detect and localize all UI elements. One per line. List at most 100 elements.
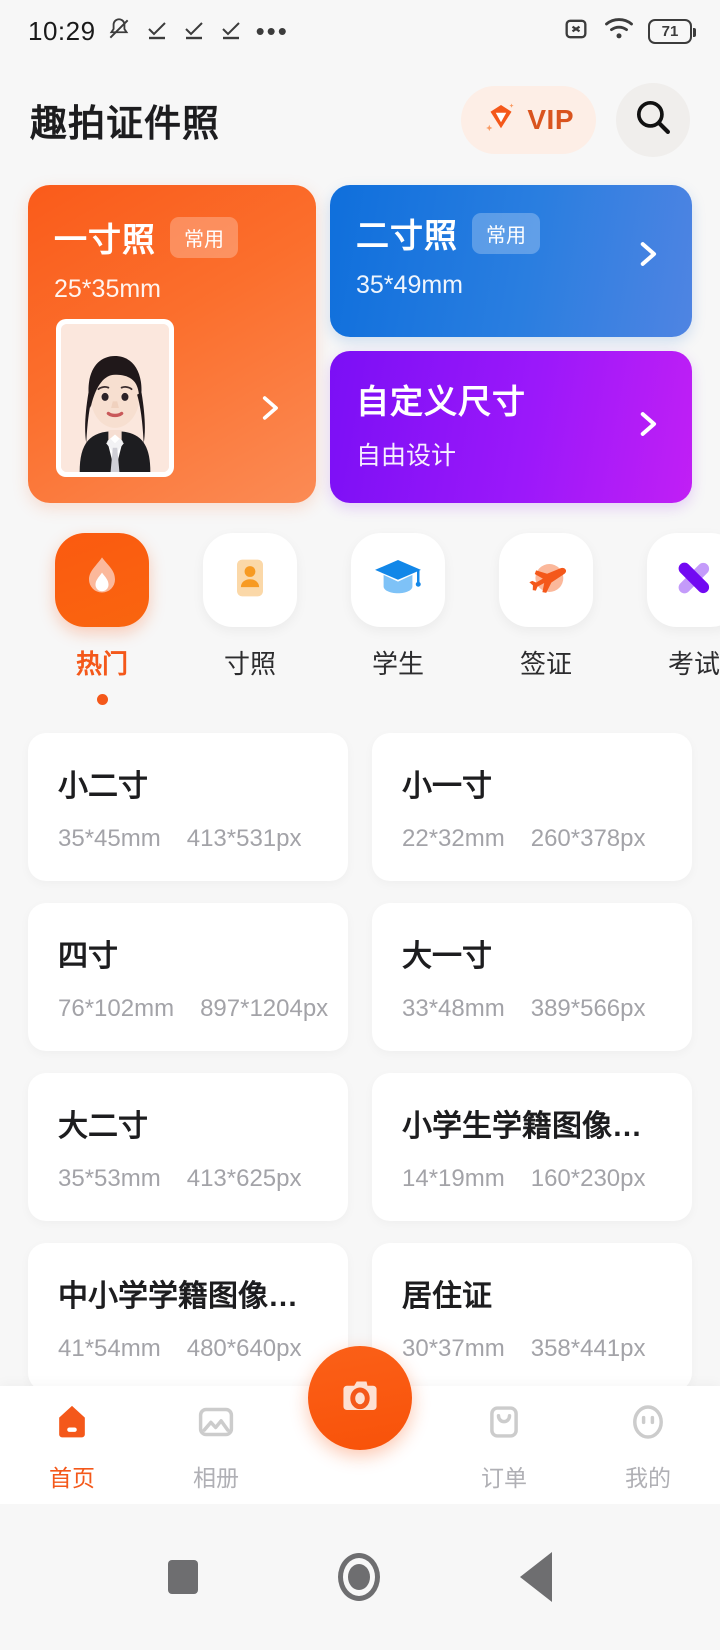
id-card-icon <box>224 552 276 609</box>
sim-error-icon <box>562 15 590 48</box>
category-label: 签证 <box>519 649 572 679</box>
size-card[interactable]: 大一寸 33*48mm 389*566px <box>372 903 692 1051</box>
size-card[interactable]: 中小学学籍图像采集 41*54mm 480*640px <box>28 1243 348 1391</box>
size-meta: 14*19mm 160*230px <box>402 1165 662 1193</box>
category-label: 考试 <box>667 649 720 679</box>
mute-bell-icon <box>106 16 132 47</box>
size-px: 389*566px <box>530 995 646 1022</box>
size-px: 358*441px <box>530 1335 646 1362</box>
size-name: 大一寸 <box>402 940 492 973</box>
size-px: 160*230px <box>530 1165 646 1192</box>
hero-card-size: 35*49mm <box>356 271 463 299</box>
size-px: 260*378px <box>530 825 646 852</box>
size-mm: 30*37mm <box>402 1335 505 1362</box>
size-name: 小一寸 <box>402 770 492 803</box>
hero-card-custom-size[interactable]: 自定义尺寸 自由设计 <box>330 351 692 503</box>
size-name: 小二寸 <box>58 770 148 803</box>
size-mm: 35*45mm <box>58 825 161 852</box>
triangle-back-icon[interactable] <box>520 1552 552 1602</box>
category-active-indicator <box>96 694 108 705</box>
size-card[interactable]: 居住证 30*37mm 358*441px <box>372 1243 692 1391</box>
order-bag-icon <box>482 1400 526 1449</box>
size-mm: 22*32mm <box>402 825 505 852</box>
size-name: 四寸 <box>58 940 118 973</box>
size-meta: 35*53mm 413*625px <box>58 1165 318 1193</box>
size-name: 大二寸 <box>58 1110 148 1143</box>
app-screen: 10:29 ••• 71 趣拍证件照 VIP 一寸照 常用 25*35mm 二寸… <box>0 0 720 1650</box>
tab-album[interactable]: 相册 <box>144 1386 288 1493</box>
size-meta: 41*54mm 480*640px <box>58 1335 318 1363</box>
vip-label: VIP <box>527 103 574 135</box>
hero-card-badge: 常用 <box>472 212 540 254</box>
status-bar-left-icons: ••• <box>106 16 289 47</box>
chevron-right-icon <box>630 407 664 441</box>
size-px: 897*1204px <box>200 995 329 1022</box>
size-card[interactable]: 小一寸 22*32mm 260*378px <box>372 733 692 881</box>
category-item-exam[interactable]: 考试 <box>620 533 720 705</box>
search-icon <box>632 96 674 143</box>
hero-card-two-inch[interactable]: 二寸照 常用 35*49mm <box>330 185 692 337</box>
size-name: 居住证 <box>402 1280 492 1313</box>
chevron-right-icon <box>252 391 286 425</box>
square-icon[interactable] <box>168 1560 198 1594</box>
size-mm: 76*102mm <box>58 995 175 1022</box>
pencil-cross-icon <box>667 551 720 610</box>
tab-profile[interactable]: 我的 <box>576 1386 720 1493</box>
size-meta: 22*32mm 260*378px <box>402 825 662 853</box>
size-card[interactable]: 四寸 76*102mm 897*1204px <box>28 903 348 1051</box>
circle-icon[interactable] <box>338 1553 380 1601</box>
hero-card-heading: 二寸照 常用 <box>356 209 666 257</box>
tab-home[interactable]: 首页 <box>0 1386 144 1493</box>
tab-label: 订单 <box>481 1465 527 1491</box>
category-icon-wrap <box>55 533 149 627</box>
size-mm: 33*48mm <box>402 995 505 1022</box>
size-mm: 35*53mm <box>58 1165 161 1192</box>
category-icon-wrap <box>499 533 593 627</box>
size-name: 中小学学籍图像采集 <box>58 1280 318 1313</box>
size-px: 413*531px <box>186 825 302 852</box>
hero-card-badge: 常用 <box>170 216 238 258</box>
size-px: 480*640px <box>186 1335 302 1362</box>
vip-button[interactable]: VIP <box>461 85 596 154</box>
album-icon <box>194 1400 238 1449</box>
category-strip[interactable]: 热门 寸照 学生 签证 考试 <box>0 503 720 705</box>
search-button[interactable] <box>616 82 690 157</box>
hero-cards: 一寸照 常用 25*35mm 二寸照 常用 35*49mm 自定义尺寸 自由设计 <box>0 177 720 503</box>
tab-orders[interactable]: 订单 <box>432 1386 576 1493</box>
system-navigation-bar <box>0 1504 720 1650</box>
tab-label: 相册 <box>193 1465 239 1491</box>
hero-photo-thumbnail <box>56 319 174 477</box>
airplane-icon <box>519 551 573 610</box>
size-meta: 76*102mm 897*1204px <box>58 995 328 1023</box>
status-bar: 10:29 ••• 71 <box>0 0 720 62</box>
hero-card-title: 二寸照 <box>356 217 458 254</box>
size-name: 小学生学籍图像信息... <box>402 1110 662 1143</box>
battery-level: 71 <box>661 22 679 40</box>
category-label: 寸照 <box>223 649 276 679</box>
hero-card-heading: 一寸照 常用 <box>54 213 290 261</box>
size-card[interactable]: 小二寸 35*45mm 413*531px <box>28 733 348 881</box>
size-meta: 33*48mm 389*566px <box>402 995 662 1023</box>
size-mm: 14*19mm <box>402 1165 505 1192</box>
category-icon-wrap <box>203 533 297 627</box>
chevron-right-icon <box>630 237 664 271</box>
camera-button[interactable] <box>308 1346 412 1450</box>
category-item-id-photo[interactable]: 寸照 <box>176 533 324 705</box>
hero-card-subtitle: 自由设计 <box>356 442 457 470</box>
hero-card-one-inch[interactable]: 一寸照 常用 25*35mm <box>28 185 316 503</box>
hero-side-cards: 二寸照 常用 35*49mm 自定义尺寸 自由设计 <box>330 185 692 503</box>
category-label: 热门 <box>75 649 128 679</box>
vip-diamond-icon <box>483 99 519 140</box>
size-card[interactable]: 小学生学籍图像信息... 14*19mm 160*230px <box>372 1073 692 1221</box>
category-item-student[interactable]: 学生 <box>324 533 472 705</box>
category-item-hot[interactable]: 热门 <box>28 533 176 705</box>
size-grid: 小二寸 35*45mm 413*531px 小一寸 22*32mm 260*37… <box>0 705 720 1391</box>
more-dots-icon: ••• <box>255 16 289 46</box>
person-icon <box>626 1400 670 1449</box>
size-card[interactable]: 大二寸 35*53mm 413*625px <box>28 1073 348 1221</box>
hero-card-title: 自定义尺寸 <box>356 383 526 420</box>
check-icon <box>145 17 169 46</box>
app-header: 趣拍证件照 VIP <box>0 62 720 177</box>
size-meta: 35*45mm 413*531px <box>58 825 318 853</box>
category-item-visa[interactable]: 签证 <box>472 533 620 705</box>
